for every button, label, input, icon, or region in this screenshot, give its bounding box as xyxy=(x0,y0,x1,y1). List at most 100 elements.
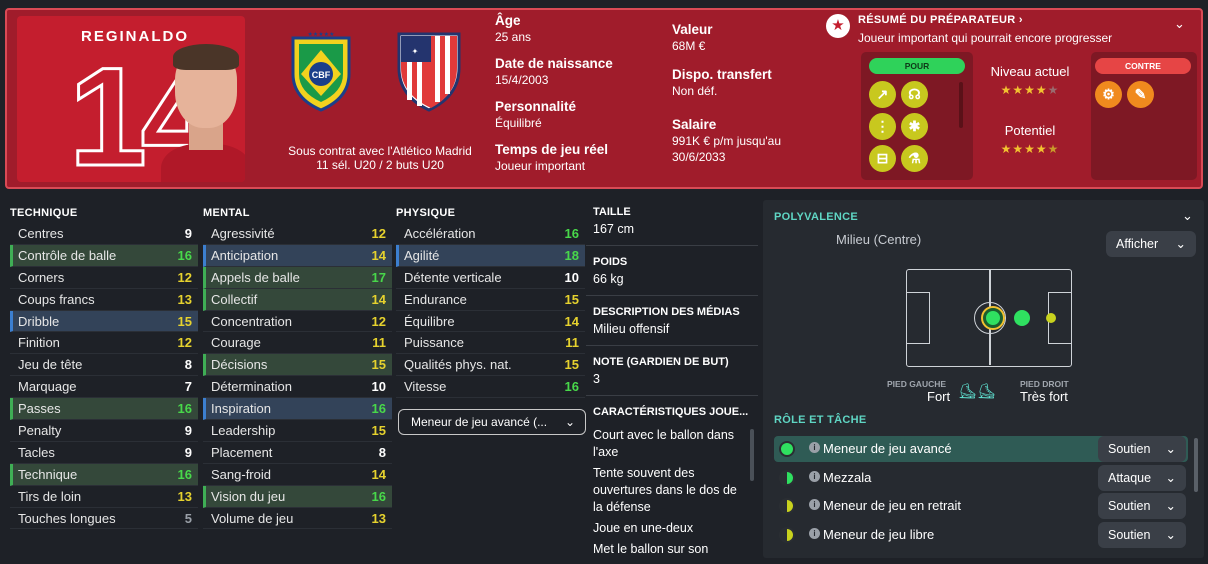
transfer-value: Non déf. xyxy=(672,84,718,98)
info-icon[interactable]: i xyxy=(809,499,820,510)
duty-select[interactable]: Soutien ⌄ xyxy=(1098,522,1186,548)
scrollbar[interactable] xyxy=(750,429,754,481)
technique-attribute-row[interactable]: Corners 12 xyxy=(10,267,198,289)
scrollbar[interactable] xyxy=(1194,438,1198,492)
dob-label: Date de naissance xyxy=(495,56,613,71)
technique-attribute-row[interactable]: Centres 9 xyxy=(10,223,198,245)
physique-attribute-row[interactable]: Qualités phys. nat. 15 xyxy=(396,354,585,377)
technique-attribute-row[interactable]: Tacles 9 xyxy=(10,442,198,464)
mental-attribute-row[interactable]: Courage 11 xyxy=(203,332,392,355)
mental-attribute-row[interactable]: Appels de balle 17 xyxy=(203,266,392,289)
mental-attribute-row[interactable]: Agressivité 12 xyxy=(203,223,392,245)
physique-attribute-row[interactable]: Vitesse 16 xyxy=(396,376,585,399)
brain-icon[interactable]: ☊ xyxy=(901,81,928,108)
mental-attribute-row[interactable]: Placement 8 xyxy=(203,442,392,464)
trait-item: Joue en une-deux xyxy=(593,521,694,535)
versatility-header: POLYVALENCE xyxy=(774,211,858,223)
technique-attribute-row[interactable]: Finition 12 xyxy=(10,332,198,355)
role-select[interactable]: Meneur de jeu avancé (... ⌄ xyxy=(398,409,586,435)
gears-icon[interactable]: ⚙ xyxy=(1095,81,1122,108)
wage-value: 991K € p/m jusqu'au xyxy=(672,134,782,148)
role-suitability-icon xyxy=(779,498,795,514)
duty-select[interactable]: Soutien ⌄ xyxy=(1098,493,1186,519)
flask-icon[interactable]: ⚗ xyxy=(901,145,928,172)
pitch-icon[interactable]: ⊟ xyxy=(869,145,896,172)
cbf-badge-icon[interactable]: CBF ★★★★★ xyxy=(285,28,357,112)
attribute-value: 13 xyxy=(177,488,192,504)
chevron-down-icon[interactable]: ⌄ xyxy=(1174,16,1185,32)
technique-attribute-row[interactable]: Touches longues 5 xyxy=(10,508,198,530)
mental-attribute-row[interactable]: Détermination 10 xyxy=(203,376,392,399)
technique-attribute-row[interactable]: Marquage 7 xyxy=(10,376,198,399)
technique-attribute-row[interactable]: Jeu de tête 8 xyxy=(10,354,198,377)
mental-attribute-row[interactable]: Inspiration 16 xyxy=(203,398,392,421)
role-select-value: Meneur de jeu avancé (... xyxy=(411,415,548,429)
info-icon[interactable]: i xyxy=(809,471,820,482)
ball-boot-icon[interactable]: ✱ xyxy=(901,113,928,140)
role-suitability-icon xyxy=(779,527,795,543)
technique-attribute-row[interactable]: Technique 16 xyxy=(10,463,198,486)
technique-attribute-row[interactable]: Coups francs 13 xyxy=(10,289,198,311)
coach-report-title[interactable]: RÉSUMÉ DU PRÉPARATEUR › xyxy=(858,14,1023,26)
technique-attribute-row[interactable]: Penalty 9 xyxy=(10,420,198,442)
chevron-down-icon: ⌄ xyxy=(1165,442,1176,456)
physique-attribute-row[interactable]: Agilité 18 xyxy=(396,244,585,267)
chevron-down-icon: ⌄ xyxy=(564,415,575,429)
attribute-value: 13 xyxy=(177,291,192,307)
left-foot-label: PIED GAUCHE xyxy=(887,379,947,389)
mental-attribute-row[interactable]: Décisions 15 xyxy=(203,354,392,377)
chevron-down-icon[interactable]: ⌄ xyxy=(1182,208,1193,224)
attribute-value: 12 xyxy=(177,335,192,351)
role-row[interactable]: i Mezzala Attaque ⌄ xyxy=(774,465,1188,491)
attribute-name: Agressivité xyxy=(211,226,275,241)
mental-attribute-row[interactable]: Anticipation 14 xyxy=(203,244,392,267)
role-row[interactable]: i Meneur de jeu en retrait Soutien ⌄ xyxy=(774,493,1188,519)
unconvincing-position-dot[interactable] xyxy=(1046,313,1056,323)
attribute-value: 15 xyxy=(371,423,386,439)
physique-attribute-row[interactable]: Accélération 16 xyxy=(396,223,585,245)
player-portrait xyxy=(161,44,245,182)
duty-select[interactable]: Soutien ⌄ xyxy=(1098,436,1186,462)
mental-attribute-row[interactable]: Vision du jeu 16 xyxy=(203,485,392,508)
info-icon[interactable]: i xyxy=(809,528,820,539)
scrollbar[interactable] xyxy=(959,82,963,128)
trend-up-icon[interactable]: ↗ xyxy=(869,81,896,108)
mental-attribute-row[interactable]: Leadership 15 xyxy=(203,420,392,442)
technique-attribute-row[interactable]: Contrôle de balle 16 xyxy=(10,244,198,267)
attribute-value: 18 xyxy=(564,247,579,263)
attribute-value: 5 xyxy=(184,510,192,526)
role-row[interactable]: i Meneur de jeu avancé Soutien ⌄ xyxy=(774,436,1188,462)
accomplished-position-dot[interactable] xyxy=(1014,310,1030,326)
clipboard-icon[interactable]: ✎ xyxy=(1127,81,1154,108)
details-right: Valeur 68M € Dispo. transfert Non déf. S… xyxy=(672,22,781,165)
mental-attribute-row[interactable]: Sang-froid 14 xyxy=(203,464,392,486)
attribute-name: Volume de jeu xyxy=(211,510,294,526)
natural-position-dot[interactable] xyxy=(983,308,1003,328)
physique-attribute-row[interactable]: Puissance 11 xyxy=(396,332,585,355)
technique-attribute-row[interactable]: Dribble 15 xyxy=(10,310,198,333)
technique-column: TECHNIQUE Centres 9 Contrôle de balle 16 Cor… xyxy=(10,203,198,530)
physique-attribute-row[interactable]: Endurance 15 xyxy=(396,289,585,311)
physique-attribute-row[interactable]: Détente verticale 10 xyxy=(396,267,585,289)
mental-attribute-row[interactable]: Concentration 12 xyxy=(203,311,392,333)
chevron-down-icon: ⌄ xyxy=(1165,471,1176,485)
attribute-name: Penalty xyxy=(18,423,62,439)
attribute-name: Vitesse xyxy=(404,379,447,395)
traits-list[interactable]: Court avec le ballon dans l'axe Tente so… xyxy=(586,421,758,564)
duty-select[interactable]: Attaque ⌄ xyxy=(1098,465,1186,491)
role-row[interactable]: i Meneur de jeu libre Soutien ⌄ xyxy=(774,522,1188,548)
technique-attribute-row[interactable]: Passes 16 xyxy=(10,398,198,421)
mental-attribute-row[interactable]: Collectif 14 xyxy=(203,288,392,311)
show-button[interactable]: Afficher ⌄ xyxy=(1106,231,1196,257)
atletico-badge-icon[interactable]: ✦ xyxy=(393,28,465,112)
attribute-name: Corners xyxy=(18,269,65,285)
physique-attribute-row[interactable]: Équilibre 14 xyxy=(396,311,585,333)
info-icon[interactable]: i xyxy=(809,442,820,453)
mental-attribute-row[interactable]: Volume de jeu 13 xyxy=(203,508,392,530)
contract-club: Sous contrat avec l'Atlético Madrid xyxy=(288,144,472,158)
attribute-name: Dribble xyxy=(18,313,60,329)
technique-attribute-row[interactable]: Tirs de loin 13 xyxy=(10,486,198,508)
playtime-label: Temps de jeu réel xyxy=(495,142,609,157)
attribute-name: Placement xyxy=(211,444,273,460)
footprint-icon[interactable]: ⋮ xyxy=(869,113,896,140)
